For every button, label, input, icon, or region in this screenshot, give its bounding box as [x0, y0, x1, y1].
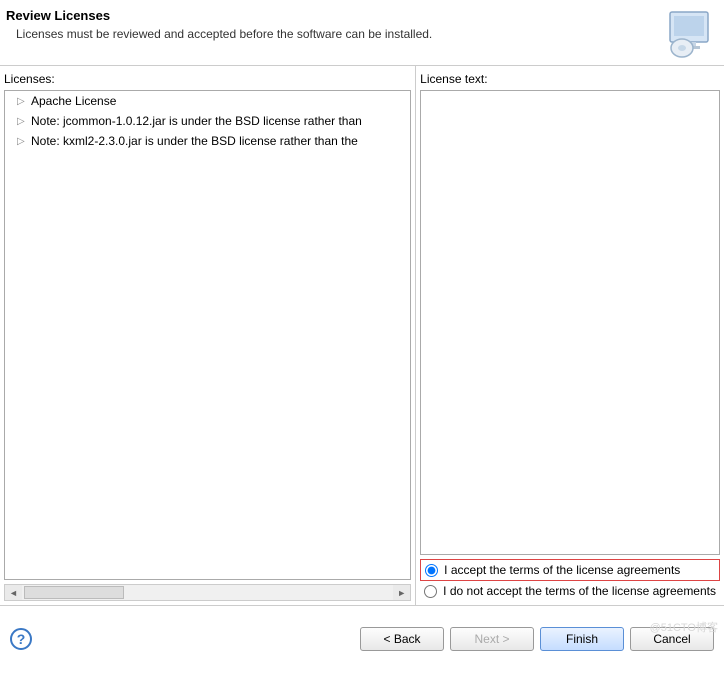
licenses-label: Licenses:: [0, 66, 415, 90]
scroll-left-icon[interactable]: ◄: [5, 585, 22, 600]
license-text-area[interactable]: [420, 90, 720, 555]
tree-item-label: Apache License: [31, 94, 116, 108]
button-bar: < Back Next > Finish Cancel: [360, 627, 714, 651]
tree-item-label: Note: kxml2-2.3.0.jar is under the BSD l…: [31, 134, 358, 148]
wizard-footer: ? < Back Next > Finish Cancel: [0, 606, 724, 672]
licenses-panel: Licenses: ▷ Apache License ▷ Note: jcomm…: [0, 66, 416, 605]
accept-radio-label: I accept the terms of the license agreem…: [444, 563, 680, 577]
next-button: Next >: [450, 627, 534, 651]
reject-radio-label: I do not accept the terms of the license…: [443, 584, 716, 598]
accept-radio-group: I accept the terms of the license agreem…: [420, 559, 720, 601]
scroll-right-icon[interactable]: ►: [393, 585, 410, 600]
tree-item-label: Note: jcommon-1.0.12.jar is under the BS…: [31, 114, 362, 128]
tree-item[interactable]: ▷ Note: kxml2-2.3.0.jar is under the BSD…: [5, 131, 410, 151]
reject-radio[interactable]: [424, 585, 437, 598]
content-area: Licenses: ▷ Apache License ▷ Note: jcomm…: [0, 66, 724, 606]
cancel-button[interactable]: Cancel: [630, 627, 714, 651]
scroll-thumb[interactable]: [24, 586, 124, 599]
accept-radio-row[interactable]: I accept the terms of the license agreem…: [420, 559, 720, 581]
back-button[interactable]: < Back: [360, 627, 444, 651]
chevron-right-icon: ▷: [17, 136, 27, 146]
wizard-header: Review Licenses Licenses must be reviewe…: [0, 0, 724, 66]
license-text-label: License text:: [416, 66, 724, 90]
license-text-panel: License text: I accept the terms of the …: [416, 66, 724, 605]
install-icon: [664, 8, 714, 58]
licenses-tree[interactable]: ▷ Apache License ▷ Note: jcommon-1.0.12.…: [4, 90, 411, 580]
page-subtitle: Licenses must be reviewed and accepted b…: [6, 27, 432, 41]
chevron-right-icon: ▷: [17, 96, 27, 106]
header-text-block: Review Licenses Licenses must be reviewe…: [6, 8, 432, 41]
tree-item[interactable]: ▷ Apache License: [5, 91, 410, 111]
reject-radio-row[interactable]: I do not accept the terms of the license…: [420, 581, 720, 601]
tree-item[interactable]: ▷ Note: jcommon-1.0.12.jar is under the …: [5, 111, 410, 131]
help-icon[interactable]: ?: [10, 628, 32, 650]
page-title: Review Licenses: [6, 8, 432, 23]
horizontal-scrollbar[interactable]: ◄ ►: [4, 584, 411, 601]
accept-radio[interactable]: [425, 564, 438, 577]
finish-button[interactable]: Finish: [540, 627, 624, 651]
chevron-right-icon: ▷: [17, 116, 27, 126]
